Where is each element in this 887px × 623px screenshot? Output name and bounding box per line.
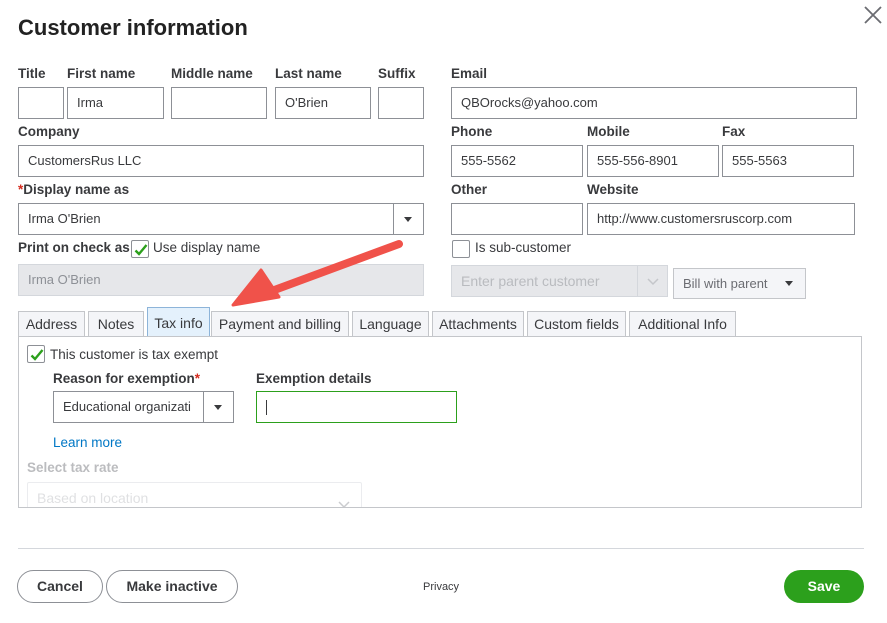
tax-exempt-checkbox[interactable] [27,345,45,363]
tab-tax-info[interactable]: Tax info [147,307,210,337]
tab-language[interactable]: Language [352,311,429,337]
exemption-details-label: Exemption details [256,371,372,386]
mobile-field[interactable]: 555-556-8901 [587,145,719,177]
close-icon[interactable] [862,4,884,26]
reason-label: Reason for exemption* [53,371,201,386]
tax-info-panel: This customer is tax exempt Reason for e… [18,336,862,508]
chevron-down-icon [337,491,351,507]
tax-rate-value: Based on location [37,490,149,506]
tab-custom-fields[interactable]: Custom fields [527,311,626,337]
middle-name-label: Middle name [171,66,253,81]
make-inactive-button[interactable]: Make inactive [106,570,238,603]
email-label: Email [451,66,488,81]
reason-select[interactable]: Educational organizati [53,391,234,423]
sub-customer-checkbox[interactable] [452,240,470,258]
display-name-select[interactable]: Irma O'Brien [18,203,424,235]
reason-value: Educational organizati [63,399,191,414]
last-name-label: Last name [275,66,342,81]
text-cursor [266,400,267,415]
suffix-field[interactable] [378,87,424,119]
phone-label: Phone [451,124,493,139]
display-name-label: *Display name as [18,182,130,197]
fax-field[interactable]: 555-5563 [722,145,854,177]
first-name-field[interactable]: Irma [67,87,164,119]
other-label: Other [451,182,488,197]
fax-label: Fax [722,124,746,139]
chevron-down-icon[interactable] [393,204,423,234]
tab-notes[interactable]: Notes [88,311,144,337]
first-name-label: First name [67,66,136,81]
tab-payment-billing[interactable]: Payment and billing [211,311,349,337]
checkmark-icon [134,244,148,256]
billing-select[interactable]: Bill with parent [673,268,806,299]
mobile-label: Mobile [587,124,630,139]
chevron-down-icon[interactable] [203,392,233,422]
sub-customer-label: Is sub-customer [475,240,572,255]
display-name-value: Irma O'Brien [28,211,101,226]
parent-customer-placeholder: Enter parent customer [461,273,600,289]
tab-attachments[interactable]: Attachments [432,311,524,337]
footer-divider [18,548,864,549]
dialog-title: Customer information [18,15,248,40]
tab-address[interactable]: Address [18,311,85,337]
other-field[interactable] [451,203,583,235]
caret-down-icon [785,281,793,286]
tax-rate-select: Based on location [27,482,362,507]
parent-customer-select: Enter parent customer [451,265,668,297]
checkmark-icon [30,349,44,361]
company-field[interactable]: CustomersRus LLC [18,145,424,177]
learn-more-link[interactable]: Learn more [53,435,122,450]
website-field[interactable]: http://www.customersruscorp.com [587,203,855,235]
company-label: Company [18,124,80,139]
billing-value: Bill with parent [683,276,768,291]
exemption-details-input[interactable] [256,391,457,423]
print-on-check-label: Print on check as [18,240,130,255]
phone-field[interactable]: 555-5562 [451,145,583,177]
annotation-arrow-icon [231,240,403,307]
tab-additional-info[interactable]: Additional Info [629,311,736,337]
tax-rate-label: Select tax rate [27,460,119,475]
use-display-name-checkbox[interactable] [131,240,149,258]
middle-name-field[interactable] [171,87,267,119]
save-button[interactable]: Save [784,570,864,603]
title-label: Title [18,66,46,81]
tax-exempt-label: This customer is tax exempt [50,347,219,362]
privacy-link[interactable]: Privacy [423,581,459,593]
website-label: Website [587,182,639,197]
chevron-down-icon [637,266,667,296]
last-name-field[interactable]: O'Brien [275,87,371,119]
suffix-label: Suffix [378,66,416,81]
title-field[interactable] [18,87,64,119]
cancel-button[interactable]: Cancel [17,570,103,603]
email-field[interactable]: QBOrocks@yahoo.com [451,87,857,119]
